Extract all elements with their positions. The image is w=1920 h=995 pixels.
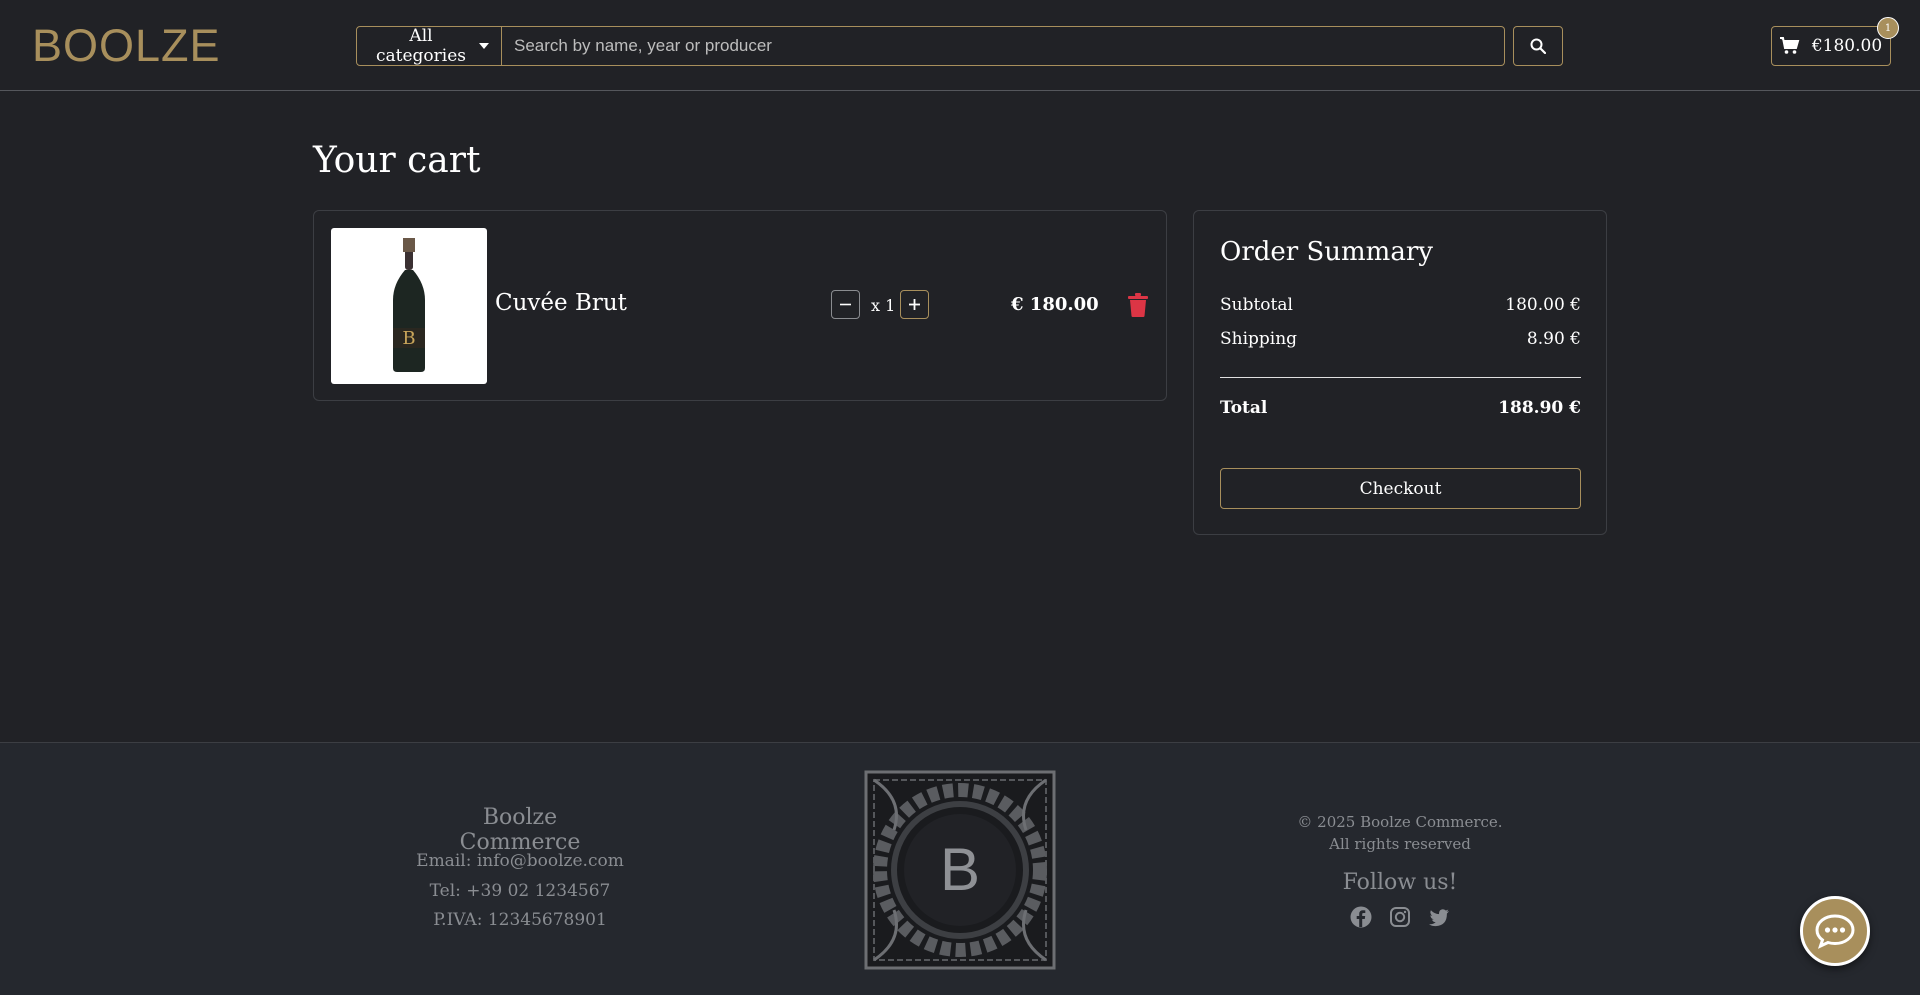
search-icon: [1530, 38, 1546, 54]
site-footer: Boolze Commerce Email: info@boolze.com T…: [0, 742, 1920, 995]
shipping-label: Shipping: [1220, 329, 1298, 349]
subtotal-row: Subtotal 180.00 €: [1220, 295, 1581, 315]
footer-logo: B: [864, 770, 1056, 970]
copyright-line-1: © 2025 Boolze Commerce.: [1297, 813, 1503, 831]
twitter-icon[interactable]: [1428, 906, 1450, 928]
cart-icon: [1779, 37, 1800, 54]
svg-text:B: B: [402, 328, 415, 349]
footer-phone: Tel: +39 02 1234567: [429, 881, 611, 901]
plus-icon: [909, 299, 920, 310]
increase-quantity-button[interactable]: [900, 290, 929, 319]
product-name[interactable]: Cuvée Brut: [495, 290, 627, 316]
trash-icon: [1128, 293, 1148, 317]
copyright-line-2: All rights reserved: [1329, 835, 1471, 853]
product-image[interactable]: B: [331, 228, 487, 384]
subtotal-label: Subtotal: [1220, 295, 1293, 315]
brand-logo[interactable]: BOOLZE: [32, 20, 221, 72]
footer-copyright: © 2025 Boolze Commerce. All rights reser…: [1250, 811, 1550, 855]
total-value: 188.90 €: [1498, 398, 1581, 418]
subtotal-value: 180.00 €: [1505, 295, 1581, 315]
summary-divider: [1220, 377, 1581, 378]
minus-icon: [840, 303, 851, 306]
cart-item-card: B Cuvée Brut x 1 € 180.00: [313, 210, 1167, 401]
total-row: Total 188.90 €: [1220, 398, 1581, 418]
follow-us-heading: Follow us!: [1342, 870, 1458, 895]
facebook-icon[interactable]: [1350, 906, 1372, 928]
search-button[interactable]: [1513, 26, 1563, 66]
remove-item-button[interactable]: [1128, 293, 1148, 321]
footer-email[interactable]: Email: info@boolze.com: [380, 851, 660, 871]
category-dropdown-label: All categories: [375, 26, 466, 66]
chat-icon: [1815, 914, 1855, 949]
wine-bottle-image: B: [393, 238, 425, 372]
order-summary-title: Order Summary: [1220, 237, 1433, 267]
cart-button[interactable]: €180.00: [1771, 26, 1891, 66]
search-input[interactable]: [502, 26, 1505, 66]
page-title: Your cart: [313, 140, 481, 181]
social-links: [1350, 906, 1450, 928]
checkout-button[interactable]: Checkout: [1220, 468, 1581, 509]
shipping-row: Shipping 8.90 €: [1220, 329, 1581, 349]
footer-brand: Boolze Commerce: [459, 805, 581, 855]
total-label: Total: [1220, 398, 1268, 418]
search-bar: All categories: [356, 26, 1505, 66]
cart-total: €180.00: [1811, 36, 1883, 56]
ornamental-logo-image: B: [864, 770, 1056, 970]
footer-vat: P.IVA: 12345678901: [433, 910, 607, 930]
footer-logo-letter: B: [940, 836, 980, 903]
cart-count-badge: 1: [1877, 17, 1899, 39]
chevron-down-icon: [479, 43, 489, 49]
shipping-value: 8.90 €: [1526, 329, 1581, 349]
order-summary: Order Summary Subtotal 180.00 € Shipping…: [1193, 210, 1607, 535]
site-header: BOOLZE All categories €180.00 1: [0, 0, 1920, 91]
chat-button[interactable]: [1800, 896, 1870, 966]
quantity-value: x 1: [871, 296, 896, 315]
item-price: € 180.00: [1011, 294, 1099, 315]
decrease-quantity-button[interactable]: [831, 290, 860, 319]
instagram-icon[interactable]: [1389, 906, 1411, 928]
category-dropdown[interactable]: All categories: [356, 26, 502, 66]
